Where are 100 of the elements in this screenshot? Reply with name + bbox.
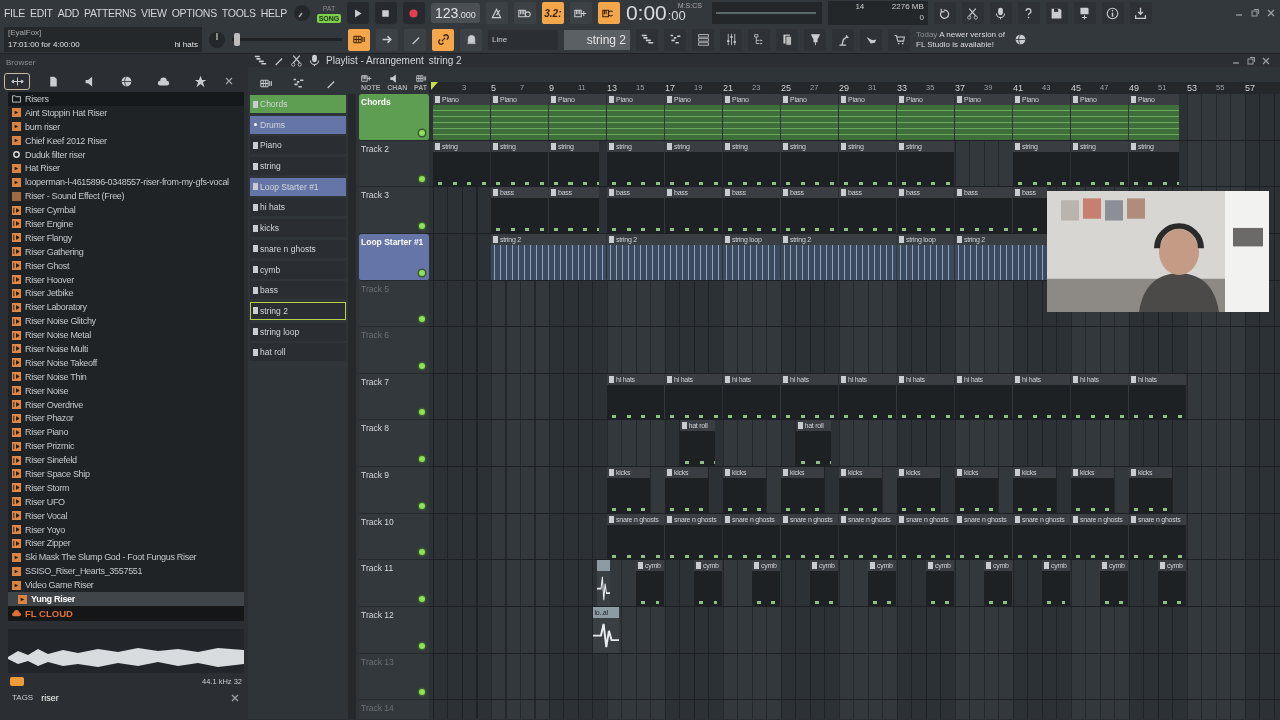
- track-led[interactable]: [419, 269, 425, 276]
- desk-lamp-button[interactable]: [832, 28, 854, 51]
- browser-item[interactable]: Riser Sinefeld: [8, 453, 244, 468]
- track-header[interactable]: Track 12: [359, 607, 429, 654]
- countdown-button[interactable]: 3.2:: [541, 2, 564, 25]
- menu-item[interactable]: VIEW: [141, 7, 167, 20]
- browser-item[interactable]: looperman-l-4615896-0348557-riser-from-my-gfs-vocal: [8, 175, 244, 190]
- record-button[interactable]: [403, 2, 425, 25]
- menu-item[interactable]: HELP: [260, 7, 287, 20]
- playhead-marker-icon[interactable]: [431, 82, 438, 90]
- playlist-grid[interactable]: [429, 94, 1280, 719]
- metronome-button[interactable]: [485, 2, 508, 25]
- browser-item[interactable]: Riser Jetbike: [8, 286, 244, 301]
- audio-clip[interactable]: [596, 560, 611, 607]
- browser-item[interactable]: Riser - Sound Effect (Free): [8, 189, 244, 204]
- floppy-disk-plus-button[interactable]: [1073, 2, 1096, 25]
- browser-item[interactable]: Chief Keef 2012 Riser: [8, 133, 244, 148]
- browser-item[interactable]: Aint Stoppin Hat Riser: [8, 105, 244, 120]
- track-header[interactable]: Track 9: [359, 467, 429, 514]
- track-led[interactable]: [419, 362, 425, 369]
- track-led[interactable]: [419, 689, 425, 696]
- track-header[interactable]: Track 3: [359, 187, 429, 234]
- tags-field[interactable]: riser: [41, 692, 222, 703]
- browser-item[interactable]: Riser Noise Glitchy: [8, 314, 244, 329]
- track-led[interactable]: [419, 596, 425, 603]
- close-icon[interactable]: [223, 76, 234, 86]
- browser-tab[interactable]: [4, 72, 30, 90]
- browser-item[interactable]: Riser Gathering: [8, 244, 244, 259]
- track-led[interactable]: [419, 642, 425, 649]
- play-preview-button[interactable]: [10, 677, 24, 687]
- browser-item[interactable]: Riser Storm: [8, 480, 244, 495]
- track-header[interactable]: Track 7: [359, 373, 429, 421]
- browser-item[interactable]: Riser Overdrive: [8, 397, 244, 412]
- browser-item[interactable]: Riser Flangy: [8, 230, 244, 245]
- clipboard-button[interactable]: [776, 28, 798, 51]
- browser-item[interactable]: Riser Cymbal: [8, 203, 244, 217]
- browser-item[interactable]: Riser Noise Thin: [8, 369, 244, 384]
- mixer-button[interactable]: [720, 28, 742, 51]
- pattern-item[interactable]: bass: [250, 281, 346, 300]
- browser-item[interactable]: Riser Prizmic: [8, 439, 244, 454]
- pattern-item[interactable]: string: [250, 157, 346, 176]
- track-led[interactable]: [419, 316, 425, 323]
- chain-link-button[interactable]: [432, 28, 454, 51]
- browser-item[interactable]: Video Game Riser: [8, 578, 244, 593]
- browser-item[interactable]: Riser Engine: [8, 217, 244, 231]
- pattern-item[interactable]: snare n ghosts: [250, 239, 346, 258]
- track-led[interactable]: [419, 502, 425, 509]
- menu-item[interactable]: PATTERNS: [84, 7, 137, 20]
- folder-tree-button[interactable]: [748, 28, 770, 51]
- bell-button[interactable]: [460, 28, 482, 51]
- tempo-display[interactable]: 123.000: [431, 3, 480, 24]
- pattern-item[interactable]: hi hats: [250, 198, 346, 217]
- track-led[interactable]: [419, 456, 425, 463]
- breadcrumb[interactable]: string 2: [428, 55, 462, 66]
- pattern-item[interactable]: string loop: [250, 322, 346, 341]
- folder-item[interactable]: Risers: [8, 92, 244, 106]
- browser-item[interactable]: Riser Hoover: [8, 272, 244, 287]
- browser-item[interactable]: Hat Riser: [8, 161, 244, 176]
- track-led[interactable]: [419, 409, 425, 416]
- track-header[interactable]: Track 8: [359, 420, 429, 468]
- browser-item[interactable]: Riser Piano: [8, 425, 244, 440]
- play-button[interactable]: [347, 2, 369, 25]
- browser-item[interactable]: Riser Vocal: [8, 508, 244, 523]
- track-led[interactable]: [419, 549, 425, 556]
- browser-item[interactable]: Riser Noise Takeoff: [8, 355, 244, 370]
- arrow-button[interactable]: [376, 28, 398, 51]
- pattern-selector[interactable]: string 2: [564, 29, 630, 50]
- browser-item[interactable]: Riser Phazor: [8, 411, 244, 426]
- piano-roll-button[interactable]: [664, 28, 686, 51]
- browser-item[interactable]: SSISO_Riser_Hearts_3557551: [8, 564, 244, 579]
- keys-plus-button[interactable]: [569, 2, 592, 25]
- step-grid-button[interactable]: [348, 28, 370, 51]
- track-header[interactable]: Track 2: [359, 140, 429, 188]
- menu-item[interactable]: ADD: [57, 7, 79, 20]
- help-button[interactable]: [1017, 2, 1040, 25]
- pattern-item[interactable]: string 2: [250, 301, 346, 320]
- pitch-knob[interactable]: [208, 30, 226, 49]
- browser-item[interactable]: Riser Space Ship: [8, 467, 244, 481]
- keys-loop-button[interactable]: [597, 2, 620, 25]
- menu-item[interactable]: FILE: [4, 7, 25, 20]
- playlist-button[interactable]: [636, 28, 658, 51]
- scissors-button[interactable]: [961, 2, 984, 25]
- snap-dropdown[interactable]: Line: [488, 29, 558, 50]
- browser-item[interactable]: Duduk filter riser: [8, 147, 244, 162]
- track-led[interactable]: [419, 222, 425, 229]
- menu-item[interactable]: TOOLS: [221, 7, 256, 20]
- close-icon[interactable]: [1261, 55, 1271, 66]
- browser-item[interactable]: Riser Noise Multi: [8, 342, 244, 356]
- track-header[interactable]: Loop Starter #1: [359, 233, 429, 281]
- track-header[interactable]: Track 10: [359, 513, 429, 561]
- pattern-item[interactable]: cymb: [250, 260, 346, 279]
- download-button[interactable]: [1129, 2, 1152, 25]
- microphone-button[interactable]: [989, 2, 1012, 25]
- browser-item[interactable]: Yung Riser: [8, 592, 244, 606]
- channel-rack-button[interactable]: [692, 28, 714, 51]
- browser-item[interactable]: Riser Noise: [8, 383, 244, 398]
- pattern-item[interactable]: Piano: [250, 136, 346, 155]
- browser-item[interactable]: Riser Noise Metal: [8, 328, 244, 343]
- keys-clock-button[interactable]: [513, 2, 536, 25]
- track-led[interactable]: [419, 129, 425, 136]
